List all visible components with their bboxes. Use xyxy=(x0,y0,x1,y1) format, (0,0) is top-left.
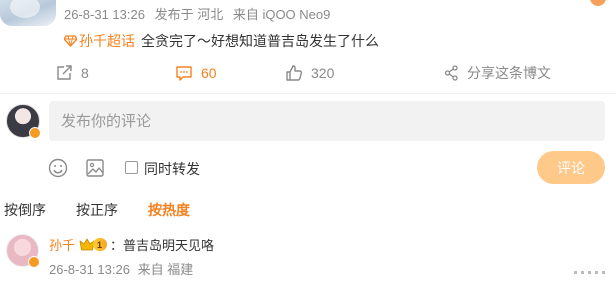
comment-author-name[interactable]: 孙千 xyxy=(49,235,75,254)
comment-count: 60 xyxy=(201,65,217,81)
top-right-decoration xyxy=(590,0,606,6)
comment-location: 来自 福建 xyxy=(137,262,194,277)
verified-badge-icon xyxy=(29,127,41,139)
comment-meta: 26-8-31 13:26 来自 福建 xyxy=(49,259,197,278)
like-count: 320 xyxy=(311,65,335,81)
like-icon xyxy=(286,65,303,81)
fan-level-badge[interactable]: 1 xyxy=(79,238,108,251)
post-timestamp: 26-8-31 13:26 xyxy=(64,7,145,22)
topic-label: 孙千超话 xyxy=(79,33,135,49)
repost-checkbox[interactable] xyxy=(125,161,138,174)
sort-tab-asc[interactable]: 按正序 xyxy=(76,200,118,220)
post-location: 发布于 河北 xyxy=(154,7,224,22)
share-label: 分享这条博文 xyxy=(467,65,551,81)
repost-label: 同时转发 xyxy=(144,161,200,177)
share-button[interactable]: 分享这条博文 xyxy=(444,62,551,84)
sort-tab-hot[interactable]: 按热度 xyxy=(148,200,190,220)
submit-comment-button[interactable]: 评论 xyxy=(537,151,605,184)
post-actions: 8 60 320 分享这条博文 xyxy=(55,62,616,84)
fan-level: 1 xyxy=(93,238,108,251)
comment-button[interactable]: 60 xyxy=(175,62,217,84)
like-button[interactable]: 320 xyxy=(285,62,334,84)
comment-icon xyxy=(176,66,192,81)
comment-more-button[interactable] xyxy=(572,264,612,280)
sort-tab-desc[interactable]: 按倒序 xyxy=(4,200,46,220)
post-author-avatar[interactable] xyxy=(0,0,56,26)
emoji-icon xyxy=(48,158,68,178)
more-icon xyxy=(574,271,605,274)
comment-text: ：普吉岛明天见咯 xyxy=(110,238,215,253)
post-content: 孙千超话 全贪完了～好想知道普吉岛发生了什么 xyxy=(64,31,379,51)
repost-button[interactable]: 8 xyxy=(55,62,89,84)
topic-gem-icon xyxy=(64,35,77,47)
repost-icon xyxy=(57,65,72,80)
verified-badge-icon xyxy=(28,256,40,268)
repost-count: 8 xyxy=(81,65,89,81)
divider xyxy=(0,93,616,94)
comment-timestamp: 26-8-31 13:26 xyxy=(49,262,130,277)
post-meta: 26-8-31 13:26 发布于 河北 来自 iQOO Neo9 xyxy=(64,4,336,23)
post-device: 来自 iQOO Neo9 xyxy=(232,7,331,22)
image-icon xyxy=(86,159,104,177)
topic-link[interactable]: 孙千超话 xyxy=(64,31,135,51)
post-text: 全贪完了～好想知道普吉岛发生了什么 xyxy=(141,33,379,49)
comment-input[interactable] xyxy=(49,101,605,141)
comment-line: 孙千 1 ：普吉岛明天见咯 xyxy=(49,235,214,254)
emoji-button[interactable] xyxy=(47,157,69,179)
share-icon xyxy=(444,65,458,81)
image-button[interactable] xyxy=(84,157,106,179)
